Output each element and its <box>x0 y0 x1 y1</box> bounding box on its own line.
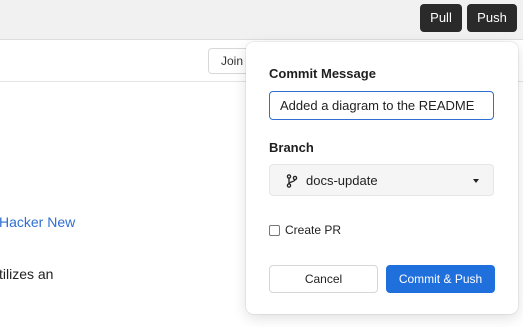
branch-value: docs-update <box>306 173 378 188</box>
branch-label: Branch <box>269 140 314 155</box>
git-branch-icon <box>286 174 298 188</box>
branch-select[interactable]: docs-update <box>269 164 494 196</box>
chevron-down-icon <box>473 179 479 183</box>
commit-message-input[interactable] <box>269 91 494 120</box>
create-pr-checkbox[interactable] <box>269 225 280 236</box>
push-button[interactable]: Push <box>467 4 517 32</box>
commit-popover: Commit Message Branch docs-update Create… <box>246 42 518 314</box>
commit-message-label: Commit Message <box>269 66 376 81</box>
hacker-news-link[interactable]: Hacker New <box>0 214 75 230</box>
pull-button[interactable]: Pull <box>420 4 462 32</box>
commit-push-button[interactable]: Commit & Push <box>386 265 495 293</box>
create-pr-label[interactable]: Create PR <box>285 223 341 237</box>
top-toolbar: Pull Push <box>0 0 523 40</box>
cancel-button[interactable]: Cancel <box>269 265 378 293</box>
background-body-text: tilizes an <box>0 266 54 282</box>
